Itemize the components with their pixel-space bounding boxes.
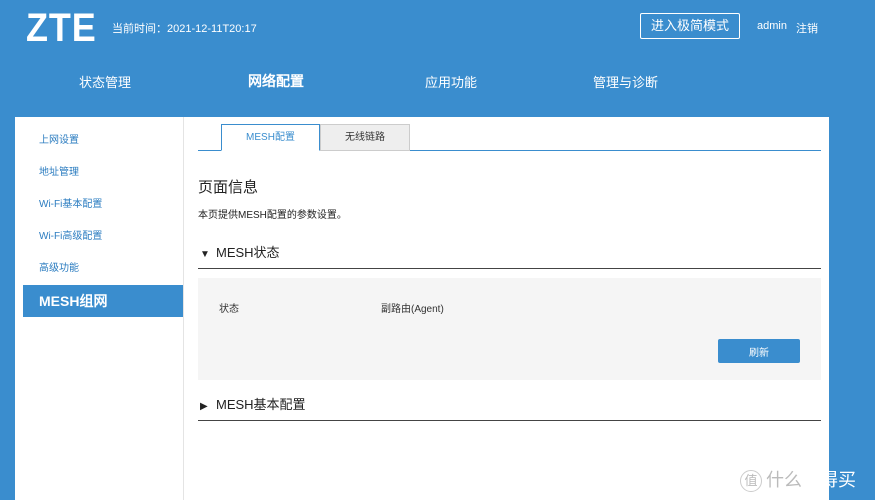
watermark-logo-icon: 值 <box>740 470 762 493</box>
simple-mode-button[interactable]: 进入极简模式 <box>640 13 740 39</box>
sidebar-item-wifi-advanced[interactable]: Wi-Fi高级配置 <box>23 221 183 253</box>
status-label: 状态 <box>219 304 239 315</box>
triangle-down-icon: ▼ <box>200 249 210 260</box>
sidebar-item-wifi-basic[interactable]: Wi-Fi基本配置 <box>23 189 183 221</box>
nav-apps[interactable]: 应用功能 <box>425 72 477 91</box>
tab-mesh-config[interactable]: MESH配置 <box>221 124 320 151</box>
status-value: 副路由(Agent) <box>381 304 444 315</box>
nav-management[interactable]: 管理与诊断 <box>593 72 658 91</box>
nav-network[interactable]: 网络配置 <box>248 71 304 91</box>
username: admin <box>757 20 787 32</box>
page-title: 页面信息 <box>198 179 259 196</box>
mesh-basic-header[interactable]: ▶ MESH基本配置 <box>198 391 821 421</box>
watermark-text-2: 值得买 <box>802 470 856 490</box>
nav-status[interactable]: 状态管理 <box>79 72 131 91</box>
sidebar: 上网设置 地址管理 Wi-Fi基本配置 Wi-Fi高级配置 高级功能 MESH组… <box>23 125 183 317</box>
tab-wireless-link[interactable]: 无线链路 <box>320 124 410 151</box>
sidebar-item-internet[interactable]: 上网设置 <box>23 125 183 157</box>
sidebar-item-address[interactable]: 地址管理 <box>23 157 183 189</box>
section-title: MESH状态 <box>216 245 280 260</box>
page-description: 本页提供MESH配置的参数设置。 <box>198 210 347 221</box>
sidebar-item-advanced[interactable]: 高级功能 <box>23 253 183 285</box>
triangle-right-icon: ▶ <box>200 401 208 412</box>
mesh-status-box: 状态 副路由(Agent) 刷新 <box>198 278 821 380</box>
section-title: MESH基本配置 <box>216 397 306 412</box>
logout-link[interactable]: 注销 <box>796 20 818 36</box>
zte-logo: ZTE <box>26 6 97 50</box>
current-time: 当前时间：2021-12-11T20:17 <box>112 23 257 35</box>
watermark: 值什么值得买 <box>740 466 856 493</box>
refresh-button[interactable]: 刷新 <box>718 339 800 363</box>
tab-bar: MESH配置 无线链路 <box>198 124 821 151</box>
sidebar-item-mesh[interactable]: MESH组网 <box>23 285 183 317</box>
content-panel: 上网设置 地址管理 Wi-Fi基本配置 Wi-Fi高级配置 高级功能 MESH组… <box>15 117 829 500</box>
mesh-status-header[interactable]: ▼ MESH状态 <box>198 239 821 269</box>
watermark-text: 什么 <box>766 470 802 490</box>
divider <box>183 117 184 500</box>
